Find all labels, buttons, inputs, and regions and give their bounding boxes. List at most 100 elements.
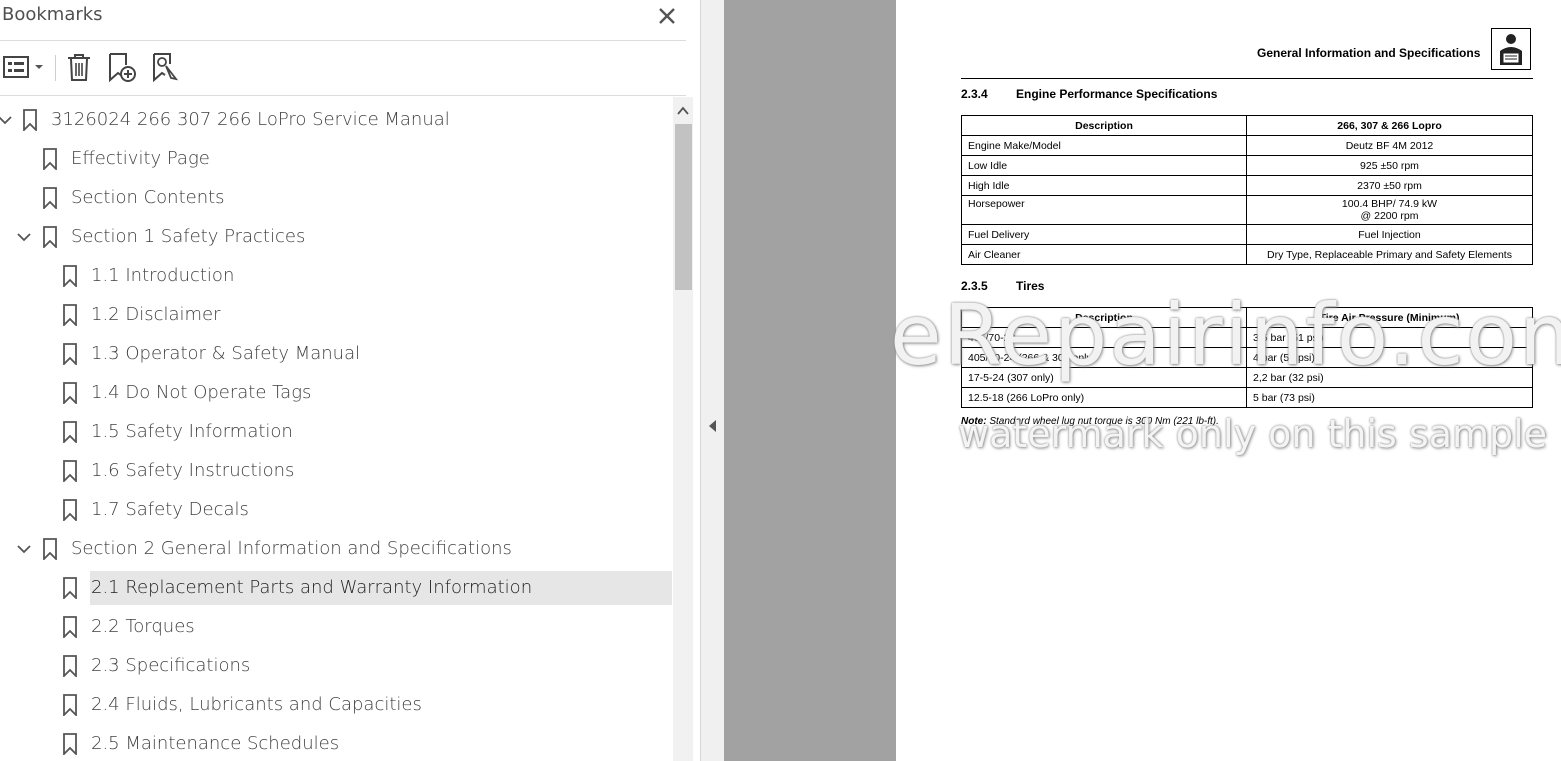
bookmark-icon: [63, 499, 77, 521]
header-rule: [961, 78, 1533, 79]
bookmark-item[interactable]: 1.7 Safety Decals: [0, 493, 672, 527]
bookmark-icon: [43, 538, 57, 560]
bookmark-icon: [63, 265, 77, 287]
bookmark-item[interactable]: Effectivity Page: [0, 142, 672, 176]
bookmark-item[interactable]: 1.3 Operator & Safety Manual: [0, 337, 672, 371]
close-icon[interactable]: [655, 4, 679, 28]
table-row: Low Idle 925 ±50 rpm: [961, 155, 1533, 176]
bookmark-label: Section Contents: [71, 187, 225, 208]
bookmark-label: 2.2 Torques: [91, 616, 195, 637]
bookmark-icon: [23, 109, 37, 131]
table-cell: Fuel Delivery: [961, 224, 1247, 245]
bookmark-icon: [63, 694, 77, 716]
bookmark-icon: [43, 226, 57, 248]
bookmark-item[interactable]: 2.2 Torques: [0, 610, 672, 644]
watermark-line-2: watermark only on this sample: [958, 412, 1548, 456]
bookmark-item[interactable]: 1.6 Safety Instructions: [0, 454, 672, 488]
table-cell: 925 ±50 rpm: [1246, 155, 1533, 176]
bookmark-icon: [63, 421, 77, 443]
bookmark-item[interactable]: 2.5 Maintenance Schedules: [0, 727, 672, 761]
table-cell: Air Cleaner: [961, 244, 1247, 265]
bookmark-item[interactable]: Section 2 General Information and Specif…: [0, 532, 672, 566]
bookmark-label: 2.3 Specifications: [91, 655, 251, 676]
bookmark-item[interactable]: 1.4 Do Not Operate Tags: [0, 376, 672, 410]
table-row: Air Cleaner Dry Type, Replaceable Primar…: [961, 244, 1533, 265]
table-cell: Horsepower: [961, 195, 1247, 225]
bookmark-label: 1.1 Introduction: [91, 265, 235, 286]
bookmark-label: 1.3 Operator & Safety Manual: [91, 343, 361, 364]
cell-line: @ 2200 rpm: [1360, 210, 1419, 222]
add-bookmark-icon[interactable]: [106, 51, 138, 83]
bookmark-item[interactable]: 3126024 266 307 266 LoPro Service Manual: [0, 103, 672, 137]
section-number: 2.3.4: [961, 87, 988, 101]
table-header-row: Description 266, 307 & 266 Lopro: [961, 115, 1533, 136]
bookmark-item[interactable]: 1.2 Disclaimer: [0, 298, 672, 332]
column-header: 266, 307 & 266 Lopro: [1246, 115, 1533, 136]
bookmark-icon: [63, 733, 77, 755]
bookmark-icon: [43, 148, 57, 170]
bookmark-icon: [63, 616, 77, 638]
bookmark-item-selected[interactable]: 2.1 Replacement Parts and Warranty Infor…: [0, 571, 672, 605]
bookmark-item[interactable]: Section Contents: [0, 181, 672, 215]
bookmark-icon: [43, 187, 57, 209]
bookmark-label: 1.5 Safety Information: [91, 421, 293, 442]
bookmark-item[interactable]: 1.1 Introduction: [0, 259, 672, 293]
bookmark-label: 1.6 Safety Instructions: [91, 460, 295, 481]
bookmark-item[interactable]: 2.4 Fluids, Lubricants and Capacities: [0, 688, 672, 722]
panel-splitter[interactable]: [700, 0, 725, 761]
table-cell: Engine Make/Model: [961, 135, 1247, 156]
chevron-down-icon[interactable]: [16, 541, 32, 557]
bookmark-label: 3126024 266 307 266 LoPro Service Manual: [51, 109, 450, 130]
scrollbar-thumb[interactable]: [675, 124, 692, 290]
column-header: Description: [961, 115, 1247, 136]
bookmark-icon: [63, 343, 77, 365]
bookmark-icon: [63, 460, 77, 482]
bookmarks-header: Bookmarks: [0, 0, 686, 41]
options-menu-icon[interactable]: [2, 51, 46, 83]
bookmark-icon: [63, 577, 77, 599]
bookmark-icon: [63, 655, 77, 677]
table-cell: High Idle: [961, 175, 1247, 196]
trash-icon[interactable]: [64, 51, 94, 83]
table-cell: Dry Type, Replaceable Primary and Safety…: [1246, 244, 1533, 265]
chevron-up-icon[interactable]: [676, 104, 690, 118]
bookmark-icon: [63, 304, 77, 326]
table-cell: 12.5-18 (266 LoPro only): [961, 387, 1247, 408]
bookmark-item[interactable]: Section 1 Safety Practices: [0, 220, 672, 254]
bookmark-icon: [63, 382, 77, 404]
table-cell: Low Idle: [961, 155, 1247, 176]
bookmarks-title: Bookmarks: [2, 4, 103, 25]
bookmarks-panel: Bookmarks 3126024 266 307 266 LoPro Serv…: [0, 0, 693, 761]
document-background: [724, 0, 896, 761]
running-title: General Information and Specifications: [1257, 46, 1481, 60]
watermark-line-1: eRepairinfo.com: [890, 286, 1561, 384]
find-bookmark-icon[interactable]: [150, 51, 180, 83]
table-cell: 100.4 BHP/ 74.9 kW @ 2200 rpm: [1246, 195, 1533, 225]
table-cell: 2370 ±50 rpm: [1246, 175, 1533, 196]
chevron-down-icon[interactable]: [16, 229, 32, 245]
table-cell: Fuel Injection: [1246, 224, 1533, 245]
chevron-down-icon[interactable]: [0, 112, 13, 128]
table-row: 12.5-18 (266 LoPro only) 5 bar (73 psi): [961, 387, 1533, 408]
bookmark-label: 2.5 Maintenance Schedules: [91, 733, 340, 754]
engine-spec-table: Description 266, 307 & 266 Lopro Engine …: [961, 115, 1533, 265]
collapse-arrow-icon[interactable]: [706, 417, 718, 435]
table-row: Horsepower 100.4 BHP/ 74.9 kW @ 2200 rpm: [961, 195, 1533, 225]
bookmark-label: Effectivity Page: [71, 148, 210, 169]
bookmarks-toolbar: [0, 41, 686, 96]
table-row: Engine Make/Model Deutz BF 4M 2012: [961, 135, 1533, 156]
section-title: Engine Performance Specifications: [1016, 87, 1218, 101]
table-cell: 5 bar (73 psi): [1246, 387, 1533, 408]
cell-line: 100.4 BHP/ 74.9 kW: [1341, 198, 1438, 210]
table-row: Fuel Delivery Fuel Injection: [961, 224, 1533, 245]
bookmark-label: 1.4 Do Not Operate Tags: [91, 382, 312, 403]
bookmark-label: 1.7 Safety Decals: [91, 499, 249, 520]
bookmark-label: Section 1 Safety Practices: [71, 226, 306, 247]
bookmarks-tree: 3126024 266 307 266 LoPro Service Manual…: [0, 100, 672, 761]
bookmark-label: 2.1 Replacement Parts and Warranty Infor…: [91, 577, 533, 598]
bookmark-label: 1.2 Disclaimer: [91, 304, 221, 325]
bookmark-item[interactable]: 1.5 Safety Information: [0, 415, 672, 449]
bookmark-label: Section 2 General Information and Specif…: [71, 538, 512, 559]
table-cell: Deutz BF 4M 2012: [1246, 135, 1533, 156]
bookmark-item[interactable]: 2.3 Specifications: [0, 649, 672, 683]
